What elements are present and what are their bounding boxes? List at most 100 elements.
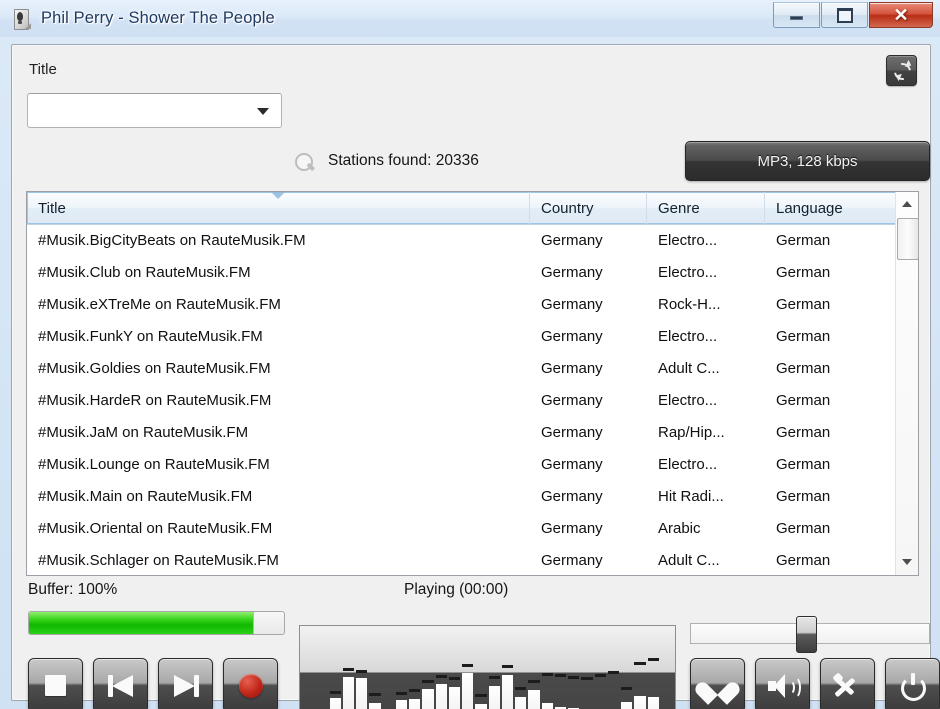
cell-genre: Hit Radi... — [658, 488, 724, 505]
table-row[interactable]: #Musik.FunkY on RauteMusik.FM Germany Elec… — [27, 321, 896, 353]
spectrum-bar — [475, 629, 487, 709]
spectrum-bar — [329, 629, 341, 709]
spectrum-bar — [647, 629, 659, 709]
vertical-scrollbar[interactable] — [895, 192, 919, 575]
table-row[interactable]: #Musik.eXTreMe on RauteMusik.FM Germany Ro… — [27, 289, 896, 321]
spectrum-bar — [581, 629, 593, 709]
title-bar: Phil Perry - Shower The People ✕ — [0, 0, 940, 37]
power-button[interactable] — [885, 658, 940, 709]
buffer-progress-fill — [29, 612, 255, 634]
title-filter-combobox[interactable] — [27, 93, 282, 128]
spectrum-bar-peak — [435, 675, 447, 679]
table-row[interactable]: #Musik.Oriental on RauteMusik.FM Germany A… — [27, 513, 896, 545]
spectrum-bar-fill — [369, 703, 381, 709]
cell-title: #Musik.Club on RauteMusik.FM — [38, 264, 251, 281]
cell-country: Germany — [541, 296, 603, 313]
spectrum-bar-peak — [528, 680, 540, 684]
spectrum-bar-fill — [329, 698, 341, 709]
spectrum-bar — [382, 629, 394, 709]
cell-language: German — [776, 232, 831, 249]
volume-slider[interactable] — [690, 616, 930, 653]
stop-button[interactable] — [28, 658, 83, 709]
settings-button[interactable] — [820, 658, 875, 709]
column-header-title[interactable]: Title — [27, 192, 530, 224]
spectrum-bar-fill — [647, 697, 659, 709]
cell-genre: Adult C... — [658, 552, 720, 569]
stations-table: Title Country Genre Language #Musik.BigC… — [26, 191, 919, 576]
spectrum-bar-peak — [541, 672, 553, 676]
spectrum-bar — [462, 629, 474, 709]
spectrum-bar-peak — [462, 664, 474, 667]
previous-button[interactable] — [93, 658, 148, 709]
table-row[interactable]: #Musik.Goldies on RauteMusik.FM Germany Ad… — [27, 353, 896, 385]
cell-language: German — [776, 488, 831, 505]
spectrum-bar — [356, 629, 368, 709]
cell-genre: Rock-H... — [658, 296, 721, 313]
cell-language: German — [776, 520, 831, 537]
cell-title: #Musik.Main on RauteMusik.FM — [38, 488, 253, 505]
column-header-country-label: Country — [541, 199, 594, 217]
window-title: Phil Perry - Shower The People — [41, 9, 275, 27]
cell-language: German — [776, 392, 831, 409]
cell-title: #Musik.Oriental on RauteMusik.FM — [38, 520, 273, 537]
next-icon — [173, 674, 199, 697]
table-row[interactable]: #Musik.Main on RauteMusik.FM Germany Hit R… — [27, 481, 896, 513]
spectrum-bar — [488, 629, 500, 709]
spectrum-bar-peak — [329, 690, 341, 694]
transport-controls — [28, 658, 288, 709]
scroll-up-button[interactable] — [896, 193, 918, 215]
table-row[interactable]: #Musik.BigCityBeats on RauteMusik.FM Germ… — [27, 225, 896, 257]
cell-genre: Electro... — [658, 392, 718, 409]
cell-title: #Musik.JaM on RauteMusik.FM — [38, 424, 249, 441]
minimize-button[interactable] — [773, 2, 820, 28]
close-button[interactable]: ✕ — [869, 2, 933, 28]
spectrum-bar — [660, 629, 672, 709]
maximize-icon — [836, 7, 853, 23]
previous-icon — [107, 674, 134, 697]
table-row[interactable]: #Musik.JaM on RauteMusik.FM Germany Rap/Hi… — [27, 417, 896, 449]
column-header-language[interactable]: Language — [765, 192, 896, 224]
table-row[interactable]: #Musik.Lounge on RauteMusik.FM Germany Ele… — [27, 449, 896, 481]
table-row[interactable]: #Musik.Club on RauteMusik.FM Germany Elect… — [27, 257, 896, 289]
filter-label: Title — [29, 61, 57, 78]
favorite-button[interactable] — [690, 658, 745, 709]
cell-title: #Musik.Goldies on RauteMusik.FM — [38, 360, 271, 377]
cell-country: Germany — [541, 488, 603, 505]
cell-language: German — [776, 328, 831, 345]
refresh-button[interactable] — [886, 55, 917, 86]
cell-genre: Adult C... — [658, 360, 720, 377]
spectrum-bar — [621, 629, 633, 709]
volume-slider-thumb[interactable] — [796, 616, 818, 653]
chevron-down-icon — [257, 108, 269, 115]
spectrum-bar-fill — [501, 674, 513, 709]
table-row[interactable]: #Musik.Schlager on RauteMusik.FM Germany A… — [27, 545, 896, 575]
spectrum-bar — [395, 629, 407, 709]
spectrum-bar — [634, 629, 646, 709]
cell-language: German — [776, 360, 831, 377]
spectrum-bar-fill — [409, 699, 421, 709]
maximize-button[interactable] — [821, 2, 868, 28]
column-header-country[interactable]: Country — [530, 192, 647, 224]
audio-file-icon — [11, 8, 33, 30]
cell-country: Germany — [541, 456, 603, 473]
table-row[interactable]: #Musik.HardeR on RauteMusik.FM Germany Ele… — [27, 385, 896, 417]
spectrum-bar — [448, 629, 460, 709]
scrollbar-thumb[interactable] — [897, 218, 919, 260]
cell-country: Germany — [541, 392, 603, 409]
column-header-language-label: Language — [776, 199, 843, 217]
spectrum-bar-peak — [594, 673, 606, 677]
buffer-label: Buffer: 100% — [28, 581, 118, 598]
cell-country: Germany — [541, 552, 603, 569]
cell-title: #Musik.BigCityBeats on RauteMusik.FM — [38, 232, 306, 249]
record-button[interactable] — [223, 658, 278, 709]
cell-genre: Rap/Hip... — [658, 424, 725, 441]
cell-language: German — [776, 456, 831, 473]
column-header-genre[interactable]: Genre — [647, 192, 765, 224]
spectrum-bar-peak — [488, 676, 500, 680]
minimize-icon — [790, 16, 803, 20]
volume-button[interactable] — [755, 658, 810, 709]
next-button[interactable] — [158, 658, 213, 709]
format-button[interactable]: MP3, 128 kbps — [685, 141, 930, 181]
scroll-down-button[interactable] — [896, 551, 918, 573]
spectrum-visualizer — [299, 625, 676, 709]
